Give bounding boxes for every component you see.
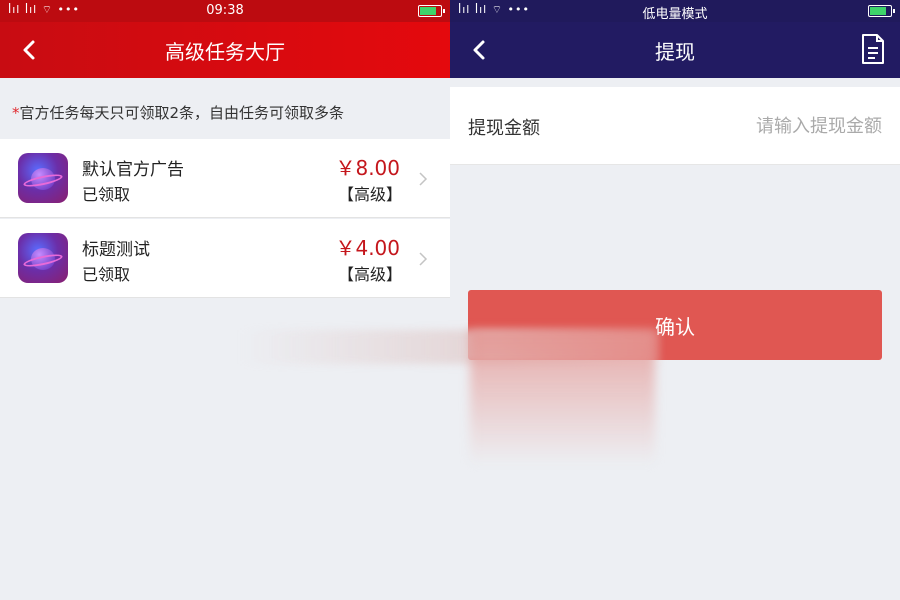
withdraw-amount-row: 提现金额 xyxy=(450,87,900,165)
status-bar: ꟾıl ꟾıl ⌔ ••• 09:38 xyxy=(0,0,450,22)
withdraw-screen: ꟾıl ꟾıl ⌔ ••• 低电量模式 提现 提现金额 确认 xyxy=(450,0,900,600)
battery-icon xyxy=(868,5,895,17)
page-title: 高级任务大厅 xyxy=(165,40,285,64)
status-time: 09:38 xyxy=(206,3,244,18)
task-title: 默认官方广告 xyxy=(82,160,184,180)
task-hall-screen: ꟾıl ꟾıl ⌔ ••• 09:38 高级任务大厅 *官方任务每天只可领取2条… xyxy=(0,0,450,600)
withdraw-header: 提现 xyxy=(450,22,900,78)
task-status: 已领取 xyxy=(82,265,131,284)
required-star: * xyxy=(12,104,20,122)
task-price: ￥4.00 xyxy=(335,236,400,260)
planet-app-icon xyxy=(18,233,68,283)
task-list-item[interactable]: 标题测试 已领取 ￥4.00 【高级】 xyxy=(0,219,450,298)
chevron-right-icon xyxy=(419,252,428,266)
task-list-item[interactable]: 默认官方广告 已领取 ￥8.00 【高级】 xyxy=(0,139,450,218)
page-title: 提现 xyxy=(655,40,695,64)
task-price: ￥8.00 xyxy=(335,156,400,180)
task-level: 【高级】 xyxy=(337,265,402,284)
low-power-mode-label: 低电量模式 xyxy=(642,7,708,22)
notice-text: 官方任务每天只可领取2条，自由任务可领取多条 xyxy=(19,104,345,122)
task-level: 【高级】 xyxy=(337,185,402,204)
image-smear xyxy=(470,330,655,465)
task-limit-notice: *官方任务每天只可领取2条，自由任务可领取多条 xyxy=(0,78,450,138)
withdraw-amount-input[interactable] xyxy=(652,109,882,143)
planet-app-icon xyxy=(18,153,68,203)
battery-icon xyxy=(418,5,445,17)
task-hall-header: 高级任务大厅 xyxy=(0,22,450,78)
status-bar: ꟾıl ꟾıl ⌔ ••• 低电量模式 xyxy=(450,0,900,22)
chevron-right-icon xyxy=(419,172,428,186)
task-status: 已领取 xyxy=(82,185,131,204)
document-icon[interactable] xyxy=(860,33,886,65)
task-title: 标题测试 xyxy=(82,240,150,260)
withdraw-amount-label: 提现金额 xyxy=(468,118,540,139)
